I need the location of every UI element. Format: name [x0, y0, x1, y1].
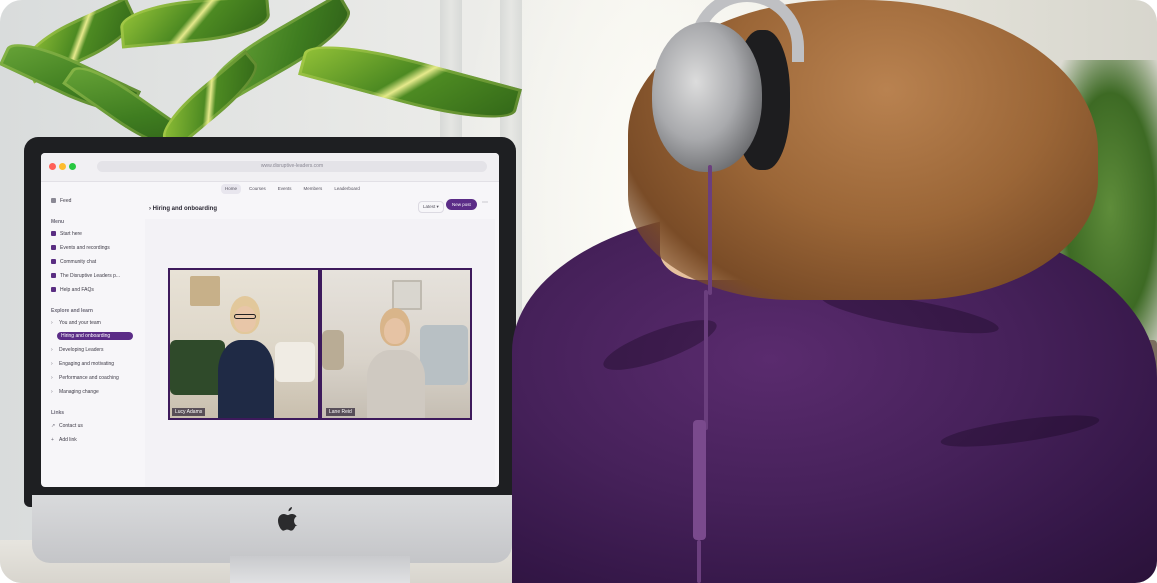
sidebar-item-feed[interactable]: Feed: [51, 198, 71, 204]
nav-leaderboard[interactable]: Leaderboard: [330, 184, 364, 194]
sidebar-item-managing-change[interactable]: › Managing change: [51, 389, 99, 395]
sort-dropdown[interactable]: Latest ▾: [418, 201, 444, 213]
browser-titlebar: www.disruptive-leaders.com: [41, 153, 499, 182]
sidebar-item-disruptive-leaders[interactable]: The Disruptive Leaders p...: [51, 273, 120, 279]
chevron-right-icon: ›: [51, 361, 53, 367]
sidebar-item-community-chat[interactable]: Community chat: [51, 259, 96, 265]
links-heading: Links: [51, 410, 65, 416]
nav-courses[interactable]: Courses: [245, 184, 270, 194]
sidebar-item-events[interactable]: Events and recordings: [51, 245, 110, 251]
nav-members[interactable]: Members: [300, 184, 327, 194]
headphone-cable: [697, 540, 701, 583]
link-add-link[interactable]: + Add link: [51, 437, 77, 443]
sidebar-item-you-and-your-team[interactable]: › You and your team: [51, 320, 101, 326]
sidebar-item-start-here[interactable]: Start here: [51, 231, 82, 237]
headphone-cable: [708, 165, 712, 295]
chevron-right-icon: ›: [51, 347, 53, 353]
maximize-icon[interactable]: [69, 163, 76, 170]
headphones-icon: [652, 22, 762, 172]
close-icon[interactable]: [49, 163, 56, 170]
sidebar-item-performance[interactable]: › Performance and coaching: [51, 375, 119, 381]
cable-remote: [693, 420, 706, 540]
minimize-icon[interactable]: [59, 163, 66, 170]
play-icon: [51, 231, 56, 236]
chevron-right-icon: ›: [51, 375, 53, 381]
mic-icon: [51, 273, 56, 278]
video-player[interactable]: Lucy Adams Lane Reid: [168, 268, 472, 420]
chevron-right-icon: ›: [51, 389, 53, 395]
heart-icon: [51, 259, 56, 264]
link-contact-us[interactable]: ↗ Contact us: [51, 423, 83, 429]
imac-chin: [32, 495, 512, 563]
sidebar-item-help[interactable]: Help and FAQs: [51, 287, 94, 293]
video-participant-left: Lucy Adams: [170, 270, 318, 418]
video-participant-right: Lane Reid: [322, 270, 470, 418]
top-nav: Home Courses Events Members Leaderboard: [221, 184, 364, 194]
photo: www.disruptive-leaders.com Home Courses …: [0, 0, 1157, 583]
calendar-icon: [51, 245, 56, 250]
apple-logo-icon: [278, 507, 298, 531]
sidebar-item-engaging[interactable]: › Engaging and motivating: [51, 361, 114, 367]
nav-events[interactable]: Events: [274, 184, 296, 194]
menu-heading: Menu: [51, 219, 65, 225]
page-title: › Hiring and onboarding: [149, 206, 217, 212]
sidebar-item-hiring-and-onboarding[interactable]: Hiring and onboarding: [57, 332, 133, 340]
more-options-icon[interactable]: ⋯: [482, 199, 488, 206]
headphone-cable: [704, 290, 708, 430]
link-icon: ↗: [51, 423, 56, 429]
url-bar[interactable]: www.disruptive-leaders.com: [97, 161, 487, 172]
participant-name: Lucy Adams: [172, 408, 206, 416]
imac-stand: [230, 556, 410, 583]
plus-icon: +: [51, 437, 54, 443]
new-post-button[interactable]: New post: [446, 199, 477, 210]
help-icon: [51, 287, 56, 292]
chevron-right-icon: ›: [51, 320, 53, 326]
feed-icon: [51, 198, 56, 203]
nav-home[interactable]: Home: [221, 184, 242, 194]
computer-screen: www.disruptive-leaders.com Home Courses …: [41, 153, 499, 487]
sidebar: Feed Menu Start here Events and recordin…: [51, 193, 141, 483]
sidebar-item-developing-leaders[interactable]: › Developing Leaders: [51, 347, 103, 353]
explore-heading: Explore and learn: [51, 308, 93, 314]
participant-name: Lane Reid: [326, 408, 355, 416]
